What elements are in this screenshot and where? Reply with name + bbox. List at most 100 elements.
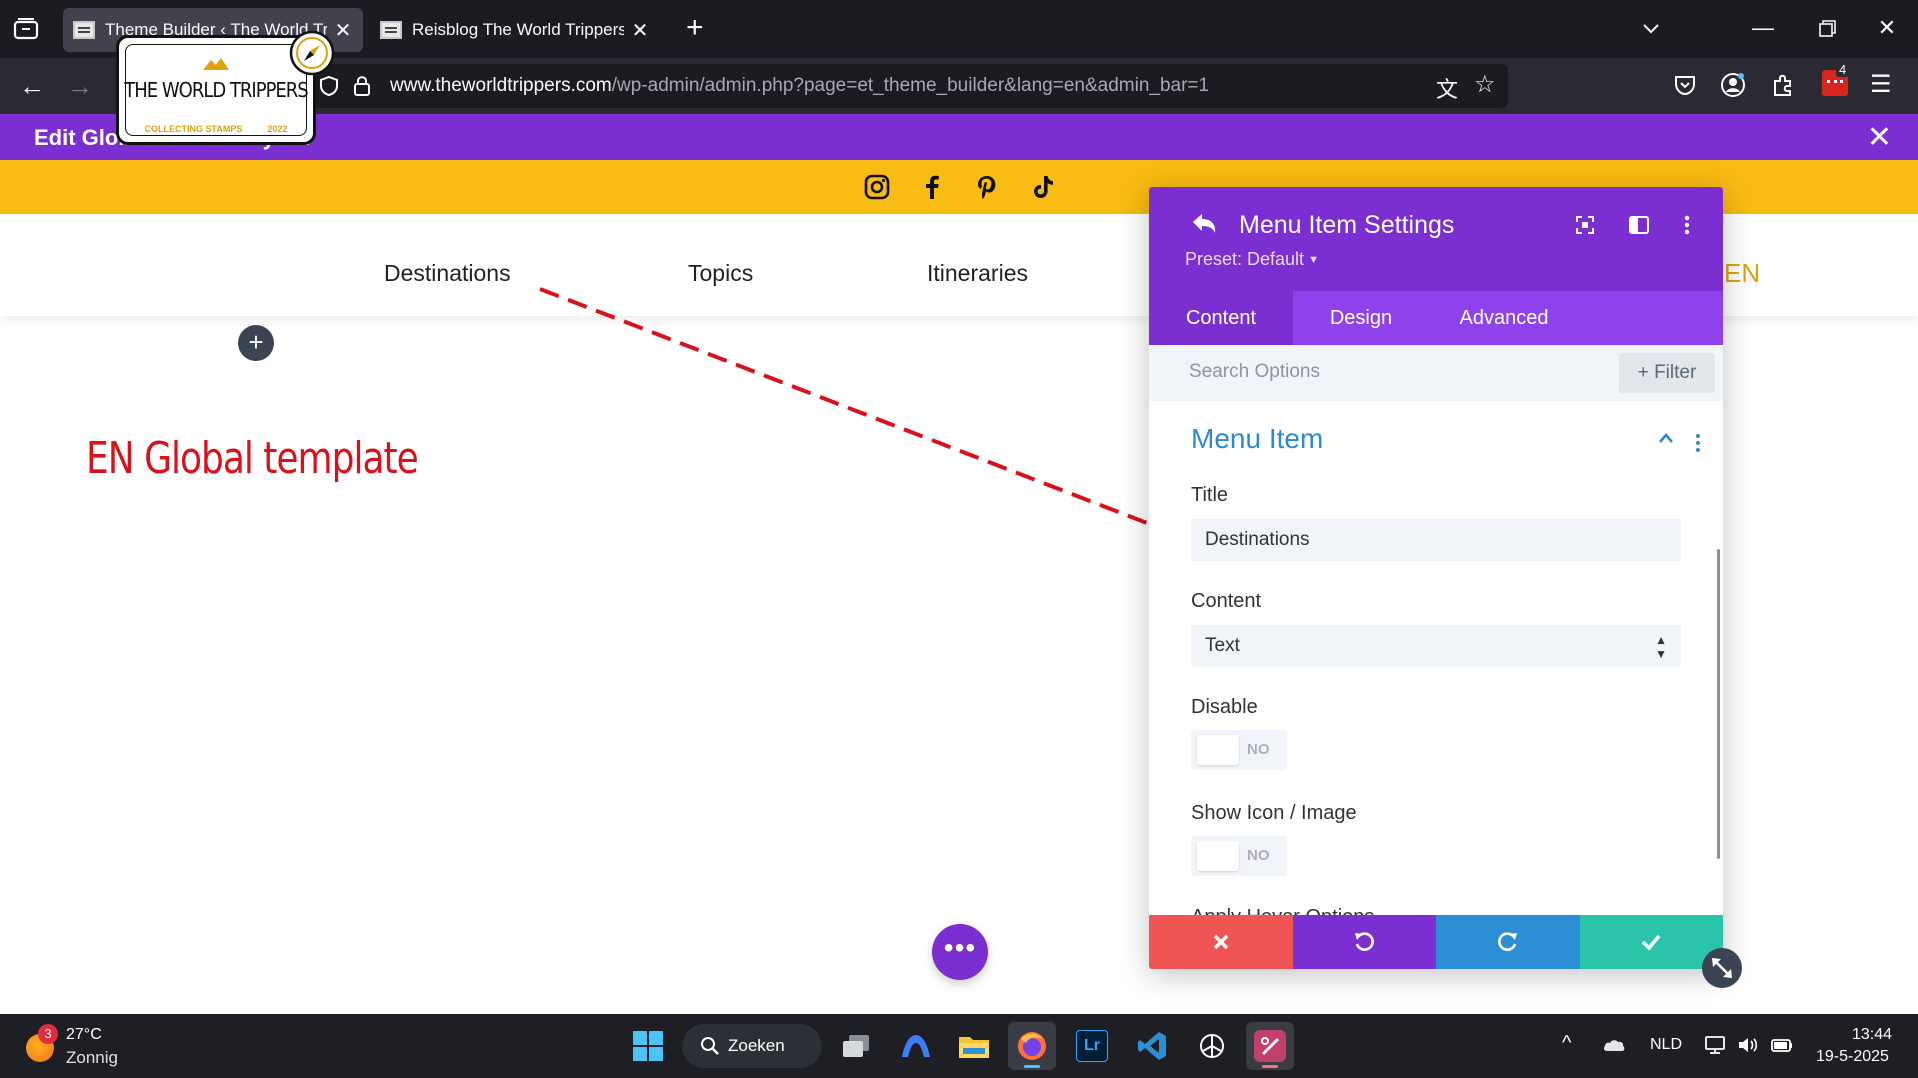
pocket-icon[interactable] — [1673, 74, 1697, 96]
resize-modal-handle[interactable] — [1702, 948, 1742, 988]
caret-down-icon: ▼ — [1308, 254, 1319, 267]
weather-temperature[interactable]: 27°C — [66, 1026, 102, 1044]
taskbar-app-vscode[interactable] — [1128, 1022, 1176, 1070]
show-hidden-icons-button[interactable]: ^ — [1562, 1032, 1571, 1055]
disable-field-label: Disable — [1191, 696, 1258, 718]
instagram-icon[interactable] — [863, 173, 891, 201]
url-path: /wp-admin/admin.php?page=et_theme_builde… — [611, 75, 1210, 96]
back-button[interactable]: ← — [14, 68, 50, 104]
site-logo[interactable]: THE WORLD TRIPPERS COLLECTING STAMPS 202… — [116, 30, 335, 145]
redo-button[interactable] — [1436, 915, 1580, 969]
modal-scrollbar[interactable] — [1717, 549, 1720, 859]
pinterest-icon[interactable] — [973, 173, 1001, 201]
network-icon[interactable] — [1704, 1034, 1728, 1056]
forward-button[interactable]: → — [62, 68, 98, 104]
group-kebab-icon[interactable] — [1695, 433, 1701, 453]
new-tab-button[interactable]: + — [686, 13, 704, 43]
back-arrow-icon[interactable] — [1189, 211, 1219, 237]
search-options-input[interactable] — [1189, 361, 1489, 383]
undo-button[interactable] — [1292, 915, 1436, 969]
add-module-button[interactable]: + — [238, 325, 274, 361]
option-group-title[interactable]: Menu Item — [1191, 423, 1323, 455]
weather-badge: 3 — [38, 1024, 58, 1044]
close-tab-icon[interactable]: ✕ — [333, 18, 353, 43]
chevron-up-icon[interactable] — [1657, 431, 1675, 445]
bookmark-star-icon[interactable]: ☆ — [1474, 70, 1496, 99]
expand-modal-icon[interactable] — [1573, 213, 1597, 237]
language-switcher[interactable]: EN — [1724, 258, 1760, 289]
search-label: Zoeken — [728, 1036, 785, 1055]
tab-advanced[interactable]: Advanced — [1429, 291, 1579, 345]
account-icon[interactable] — [1720, 72, 1746, 98]
tab-design[interactable]: Design — [1293, 291, 1429, 345]
filter-label: Filter — [1654, 362, 1697, 383]
restore-window-button[interactable] — [1812, 18, 1842, 40]
battery-icon[interactable] — [1770, 1034, 1794, 1056]
menu-link-topics[interactable]: Topics — [688, 260, 753, 287]
windows-taskbar: 3 27°C Zonnig Zoeken Lr ^ NLD 13:44 19-5… — [0, 1014, 1918, 1078]
disable-toggle[interactable]: NO — [1191, 730, 1287, 770]
content-select[interactable]: Text ▲ ▼ — [1191, 625, 1681, 667]
input-language[interactable]: NLD — [1650, 1036, 1682, 1054]
tab-reisblog[interactable]: Reisblog The World Trippers. Vo ✕ — [370, 8, 660, 52]
active-indicator — [1024, 1065, 1040, 1068]
menu-link-destinations[interactable]: Destinations — [384, 260, 511, 287]
more-options-button[interactable]: ••• — [932, 924, 988, 980]
vscode-icon — [1138, 1032, 1166, 1060]
clock-time[interactable]: 13:44 — [1852, 1026, 1892, 1044]
title-input[interactable] — [1191, 519, 1681, 561]
url-text[interactable]: www.theworldtrippers.com/wp-admin/admin.… — [390, 75, 1209, 97]
discard-button[interactable] — [1149, 915, 1293, 969]
modal-title: Menu Item Settings — [1239, 211, 1455, 239]
toggle-state: NO — [1247, 847, 1270, 864]
logo-year: 2022 — [267, 124, 288, 134]
menu-hamburger-icon[interactable]: ☰ — [1870, 70, 1892, 99]
kebab-menu-icon[interactable] — [1675, 213, 1699, 237]
close-window-button[interactable]: ✕ — [1872, 14, 1902, 42]
clock-date[interactable]: 19-5-2025 — [1816, 1048, 1889, 1066]
taskbar-app-browser[interactable] — [892, 1022, 940, 1070]
lock-icon[interactable] — [352, 74, 372, 98]
taskbar-app-file-explorer[interactable] — [950, 1022, 998, 1070]
split-view-icon[interactable] — [1627, 213, 1651, 237]
extension-app-icon[interactable]: 4 — [1822, 62, 1850, 96]
tab-title: Reisblog The World Trippers. Vo — [412, 20, 624, 39]
apply-hover-options-label: Apply Hover Options — [1191, 903, 1374, 915]
toggle-knob — [1197, 735, 1239, 765]
preset-selector[interactable]: Preset: Default ▼ — [1185, 249, 1319, 270]
weather-description[interactable]: Zonnig — [66, 1048, 118, 1068]
tab-content[interactable]: Content — [1149, 291, 1293, 345]
onedrive-icon[interactable] — [1602, 1034, 1626, 1056]
task-view-button[interactable] — [832, 1022, 880, 1070]
translate-icon[interactable]: 文 — [1436, 72, 1458, 104]
extension-badge: 4 — [1836, 62, 1850, 77]
show-icon-toggle[interactable]: NO — [1191, 836, 1287, 876]
close-tab-icon[interactable]: ✕ — [630, 18, 650, 43]
shield-icon[interactable] — [318, 75, 340, 97]
resize-arrows-icon — [1712, 958, 1732, 978]
taskbar-search-button[interactable]: Zoeken — [682, 1024, 822, 1068]
show-icon-field-label: Show Icon / Image — [1191, 802, 1357, 824]
logo-title: THE WORLD TRIPPERS — [124, 78, 308, 102]
taskbar-app-snipping-tool[interactable] — [1246, 1022, 1294, 1070]
taskbar-app-chatgpt[interactable] — [1188, 1022, 1236, 1070]
minimize-window-button[interactable]: — — [1748, 14, 1778, 42]
mountains-icon — [203, 58, 229, 70]
close-builder-button[interactable]: ✕ — [1867, 120, 1892, 155]
menu-link-itineraries[interactable]: Itineraries — [927, 260, 1028, 287]
modal-header: Menu Item Settings Preset: Default ▼ — [1149, 187, 1723, 291]
start-button[interactable] — [624, 1022, 672, 1070]
taskbar-app-firefox[interactable] — [1008, 1022, 1056, 1070]
facebook-icon[interactable] — [918, 173, 946, 201]
filter-button[interactable]: + Filter — [1619, 353, 1715, 393]
modal-footer — [1149, 915, 1723, 969]
address-bar[interactable]: www.theworldtrippers.com/wp-admin/admin.… — [306, 64, 1508, 108]
extensions-icon[interactable] — [1770, 72, 1796, 98]
volume-icon[interactable] — [1736, 1034, 1760, 1056]
tiktok-icon[interactable] — [1028, 173, 1056, 201]
list-all-tabs-icon[interactable] — [1636, 20, 1666, 40]
select-arrows-icon: ▲ ▼ — [1655, 633, 1667, 661]
tab-list-icon[interactable] — [12, 16, 40, 42]
firefox-icon — [1018, 1032, 1046, 1060]
taskbar-app-lightroom[interactable]: Lr — [1068, 1022, 1116, 1070]
